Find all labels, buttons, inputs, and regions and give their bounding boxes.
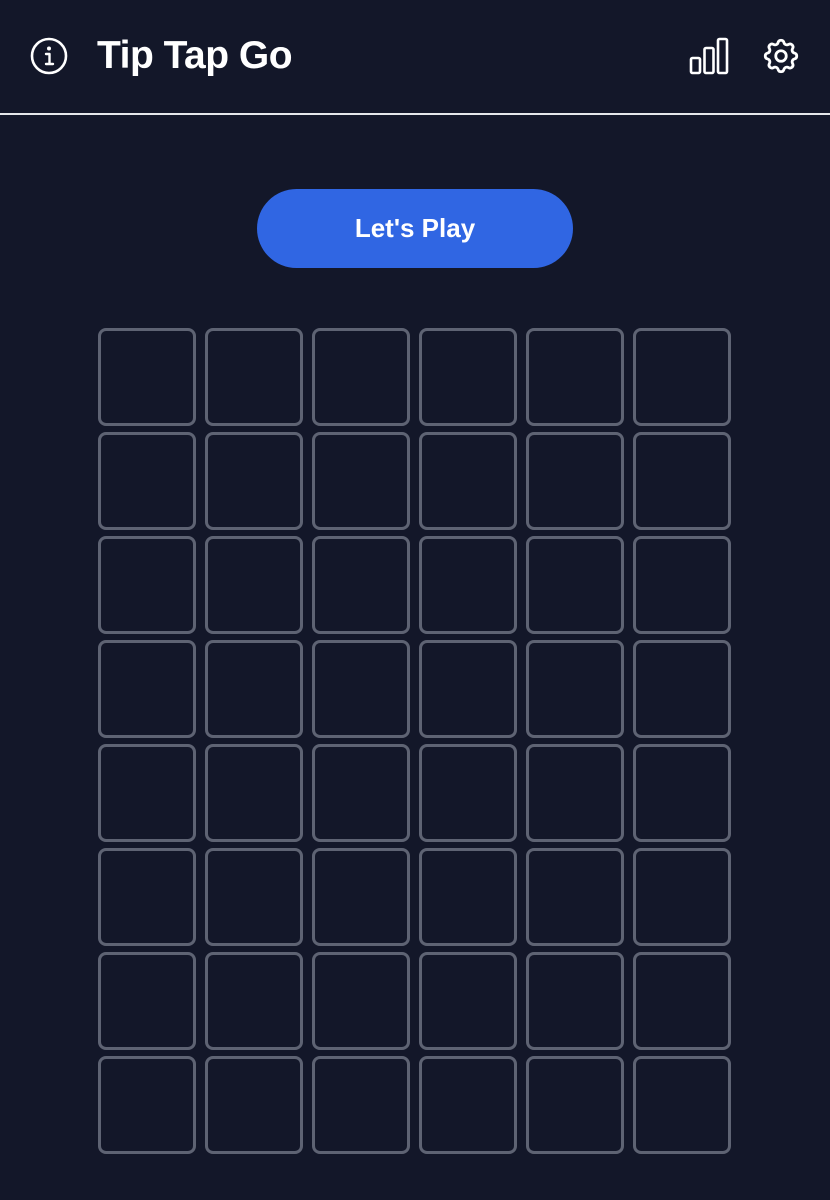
board-cell[interactable] [98, 848, 196, 946]
board-cell[interactable] [526, 1056, 624, 1154]
board-cell[interactable] [419, 328, 517, 426]
board-cell[interactable] [205, 1056, 303, 1154]
board-cell[interactable] [419, 1056, 517, 1154]
board-cell[interactable] [526, 640, 624, 738]
board-cell[interactable] [312, 640, 410, 738]
board-cell[interactable] [205, 848, 303, 946]
board-cell[interactable] [633, 432, 731, 530]
board-cell[interactable] [526, 328, 624, 426]
board-cell[interactable] [98, 536, 196, 634]
board-cell[interactable] [633, 952, 731, 1050]
board-cell[interactable] [633, 1056, 731, 1154]
board-cell[interactable] [98, 432, 196, 530]
page-title: Tip Tap Go [97, 34, 293, 77]
board-cell[interactable] [205, 536, 303, 634]
board-cell[interactable] [633, 640, 731, 738]
board-cell[interactable] [526, 432, 624, 530]
board-cell[interactable] [419, 952, 517, 1050]
board-cell[interactable] [205, 744, 303, 842]
board-cell[interactable] [98, 640, 196, 738]
board-cell[interactable] [526, 952, 624, 1050]
board-cell[interactable] [205, 432, 303, 530]
board-cell[interactable] [312, 848, 410, 946]
lets-play-button[interactable]: Let's Play [257, 189, 573, 268]
info-circle-icon[interactable] [29, 36, 69, 76]
board-cell[interactable] [98, 744, 196, 842]
board-cell[interactable] [312, 328, 410, 426]
board-cell[interactable] [419, 744, 517, 842]
board-cell[interactable] [633, 744, 731, 842]
board-cell[interactable] [312, 744, 410, 842]
game-board [98, 328, 732, 1154]
board-cell[interactable] [98, 1056, 196, 1154]
board-cell[interactable] [312, 952, 410, 1050]
app-header: Tip Tap Go [0, 0, 830, 115]
board-cell[interactable] [205, 640, 303, 738]
board-cell[interactable] [419, 432, 517, 530]
gear-icon[interactable] [760, 35, 802, 77]
board-cell[interactable] [526, 848, 624, 946]
board-cell[interactable] [98, 952, 196, 1050]
board-cell[interactable] [633, 328, 731, 426]
board-cell[interactable] [633, 848, 731, 946]
board-cell[interactable] [312, 1056, 410, 1154]
bar-chart-icon[interactable] [688, 36, 730, 76]
board-cell[interactable] [526, 536, 624, 634]
board-cell[interactable] [98, 328, 196, 426]
board-cell[interactable] [312, 432, 410, 530]
board-cell[interactable] [205, 328, 303, 426]
board-cell[interactable] [205, 952, 303, 1050]
board-cell[interactable] [633, 536, 731, 634]
board-cell[interactable] [419, 536, 517, 634]
board-cell[interactable] [526, 744, 624, 842]
board-cell[interactable] [312, 536, 410, 634]
board-cell[interactable] [419, 640, 517, 738]
board-cell[interactable] [419, 848, 517, 946]
